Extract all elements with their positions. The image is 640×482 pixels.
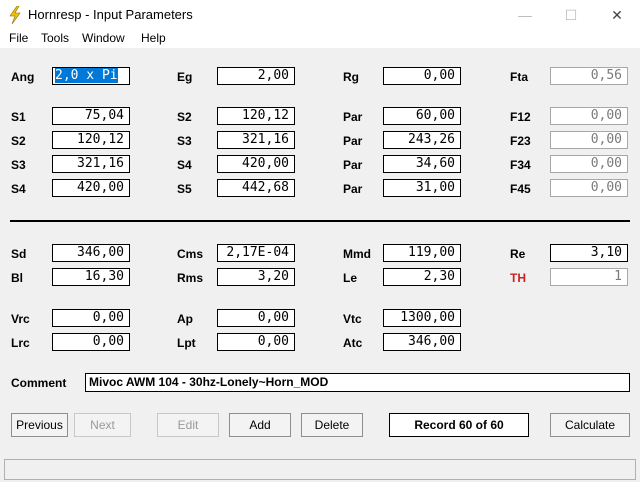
s2-field-row3[interactable]: 120,12 <box>52 131 130 149</box>
f12-field: 0,00 <box>550 107 628 125</box>
lrc-label: Lrc <box>11 336 30 350</box>
par1-field[interactable]: 60,00 <box>383 107 461 125</box>
re-field[interactable]: 3,10 <box>550 244 628 262</box>
th-field: 1 <box>550 268 628 286</box>
ang-value: 2,0 x Pi <box>55 68 118 83</box>
ang-label: Ang <box>11 70 35 84</box>
close-button[interactable]: ✕ <box>594 0 640 30</box>
f34-field: 0,00 <box>550 155 628 173</box>
lightning-app-icon <box>9 6 21 24</box>
par3-label: Par <box>343 158 363 172</box>
par2-field[interactable]: 243,26 <box>383 131 461 149</box>
comment-field[interactable]: Mivoc AWM 104 - 30hz-Lonely~Horn_MOD <box>85 373 630 392</box>
lpt-field[interactable]: 0,00 <box>217 333 295 351</box>
par4-field[interactable]: 31,00 <box>383 179 461 197</box>
window-title: Hornresp - Input Parameters <box>28 7 193 22</box>
mmd-label: Mmd <box>343 247 371 261</box>
next-button: Next <box>74 413 131 437</box>
edit-button: Edit <box>157 413 219 437</box>
vrc-field[interactable]: 0,00 <box>52 309 130 327</box>
menu-window[interactable]: Window <box>82 31 125 45</box>
lpt-label: Lpt <box>177 336 196 350</box>
s2-label: S2 <box>177 110 192 124</box>
eg-field[interactable]: 2,00 <box>217 67 295 85</box>
vtc-field[interactable]: 1300,00 <box>383 309 461 327</box>
cms-field[interactable]: 2,17E-04 <box>217 244 295 262</box>
s5-field[interactable]: 442,68 <box>217 179 295 197</box>
cms-label: Cms <box>177 247 204 261</box>
s5-label: S5 <box>177 182 192 196</box>
s3-field-row4[interactable]: 321,16 <box>52 155 130 173</box>
vrc-label: Vrc <box>11 312 30 326</box>
rg-field[interactable]: 0,00 <box>383 67 461 85</box>
par1-label: Par <box>343 110 363 124</box>
s4-label: S4 <box>177 158 192 172</box>
bl-label: Bl <box>11 271 23 285</box>
rms-field[interactable]: 3,20 <box>217 268 295 286</box>
f23-label: F23 <box>510 134 531 148</box>
f45-label: F45 <box>510 182 531 196</box>
atc-label: Atc <box>343 336 363 350</box>
re-label: Re <box>510 247 526 261</box>
ap-label: Ap <box>177 312 193 326</box>
calculate-button[interactable]: Calculate <box>550 413 630 437</box>
bl-field[interactable]: 16,30 <box>52 268 130 286</box>
comment-label: Comment <box>11 376 67 390</box>
th-label: TH <box>510 271 526 285</box>
menu-bar: File Tools Window Help <box>0 30 640 48</box>
menu-file[interactable]: File <box>9 31 28 45</box>
section-divider <box>10 220 630 222</box>
status-bar <box>4 459 636 480</box>
lrc-field[interactable]: 0,00 <box>52 333 130 351</box>
s4-field[interactable]: 420,00 <box>217 155 295 173</box>
s1-label: S1 <box>11 110 26 124</box>
previous-button[interactable]: Previous <box>11 413 68 437</box>
add-button[interactable]: Add <box>229 413 291 437</box>
s2-field[interactable]: 120,12 <box>217 107 295 125</box>
rms-label: Rms <box>177 271 204 285</box>
eg-label: Eg <box>177 70 193 84</box>
le-field[interactable]: 2,30 <box>383 268 461 286</box>
s3-label-row4: S3 <box>11 158 26 172</box>
rg-label: Rg <box>343 70 359 84</box>
vtc-label: Vtc <box>343 312 362 326</box>
menu-tools[interactable]: Tools <box>41 31 69 45</box>
ap-field[interactable]: 0,00 <box>217 309 295 327</box>
maximize-button[interactable]: ☐ <box>548 0 594 30</box>
par4-label: Par <box>343 182 363 196</box>
s4-field-row5[interactable]: 420,00 <box>52 179 130 197</box>
s3-field[interactable]: 321,16 <box>217 131 295 149</box>
s2-label-row3: S2 <box>11 134 26 148</box>
f12-label: F12 <box>510 110 531 124</box>
minimize-button[interactable]: — <box>502 0 548 30</box>
mmd-field[interactable]: 119,00 <box>383 244 461 262</box>
f34-label: F34 <box>510 158 531 172</box>
sd-label: Sd <box>11 247 27 261</box>
ang-field[interactable]: 2,0 x Pi <box>52 67 130 85</box>
f45-field: 0,00 <box>550 179 628 197</box>
s1-field[interactable]: 75,04 <box>52 107 130 125</box>
delete-button[interactable]: Delete <box>301 413 363 437</box>
f23-field: 0,00 <box>550 131 628 149</box>
record-indicator: Record 60 of 60 <box>389 413 529 437</box>
title-bar: Hornresp - Input Parameters — ☐ ✕ <box>0 0 640 30</box>
sd-field[interactable]: 346,00 <box>52 244 130 262</box>
par3-field[interactable]: 34,60 <box>383 155 461 173</box>
fta-field: 0,56 <box>550 67 628 85</box>
fta-label: Fta <box>510 70 528 84</box>
le-label: Le <box>343 271 358 285</box>
menu-help[interactable]: Help <box>141 31 166 45</box>
par2-label: Par <box>343 134 363 148</box>
s4-label-row5: S4 <box>11 182 26 196</box>
s3-label: S3 <box>177 134 192 148</box>
atc-field[interactable]: 346,00 <box>383 333 461 351</box>
